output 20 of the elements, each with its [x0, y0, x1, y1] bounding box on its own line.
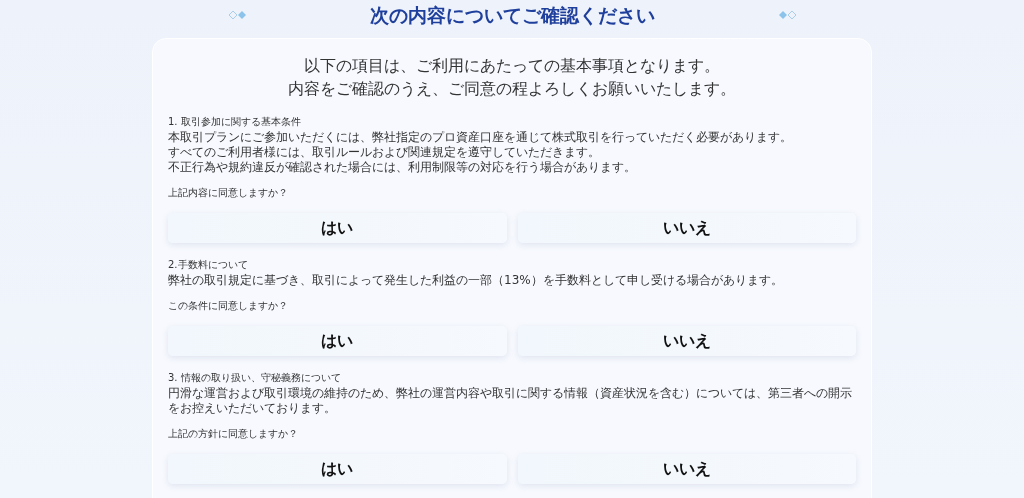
intro-text: 内容をご確認のうえ、ご同意の程よろしくお願いいたします。 — [287, 78, 737, 100]
no-button[interactable]: いいえ — [517, 454, 856, 484]
section-heading: 3. 情報の取り扱い、守秘義務について — [168, 371, 342, 385]
question-text: この条件に同意しますか？ — [168, 298, 289, 313]
question-text: 上記の方針に同意しますか？ — [168, 426, 299, 441]
section-heading: 1. 取引参加に関する基本条件 — [168, 115, 302, 129]
yes-button[interactable]: はい — [168, 326, 507, 356]
section-text: 円滑な運営および取引環境の維持のため、弊社の運営内容や取引に関する情報（資産状況を含む）については、第三者への開示をお控えいただいております。 — [168, 385, 853, 416]
section-text: 本取引プランにご参加いただくには、弊社指定のプロ資産口座を通じて株式取引を行っていただく必要があります。 — [168, 129, 793, 145]
no-button[interactable]: いいえ — [517, 213, 856, 243]
page-title: 次の内容についてご確認ください — [369, 4, 655, 26]
intro-text: 以下の項目は、ご利用にあたっての基本事項となります。 — [303, 55, 721, 77]
section-text: すべてのご利用者様には、取引ルールおよび関連規定を遵守していただきます。 — [168, 144, 601, 160]
yes-button[interactable]: はい — [168, 213, 507, 243]
section-text: 弊社の取引規定に基づき、取引によって発生した利益の一部（13%）を手数料として申し受ける場合があります。 — [168, 272, 784, 288]
no-button[interactable]: いいえ — [517, 326, 856, 356]
question-text: 上記内容に同意しますか？ — [168, 185, 289, 200]
section-text: 不正行為や規約違反が確認された場合には、利用制限等の対応を行う場合があります。 — [168, 159, 637, 175]
yes-button[interactable]: はい — [168, 454, 507, 484]
section-heading: 2.手数料について — [168, 258, 249, 272]
